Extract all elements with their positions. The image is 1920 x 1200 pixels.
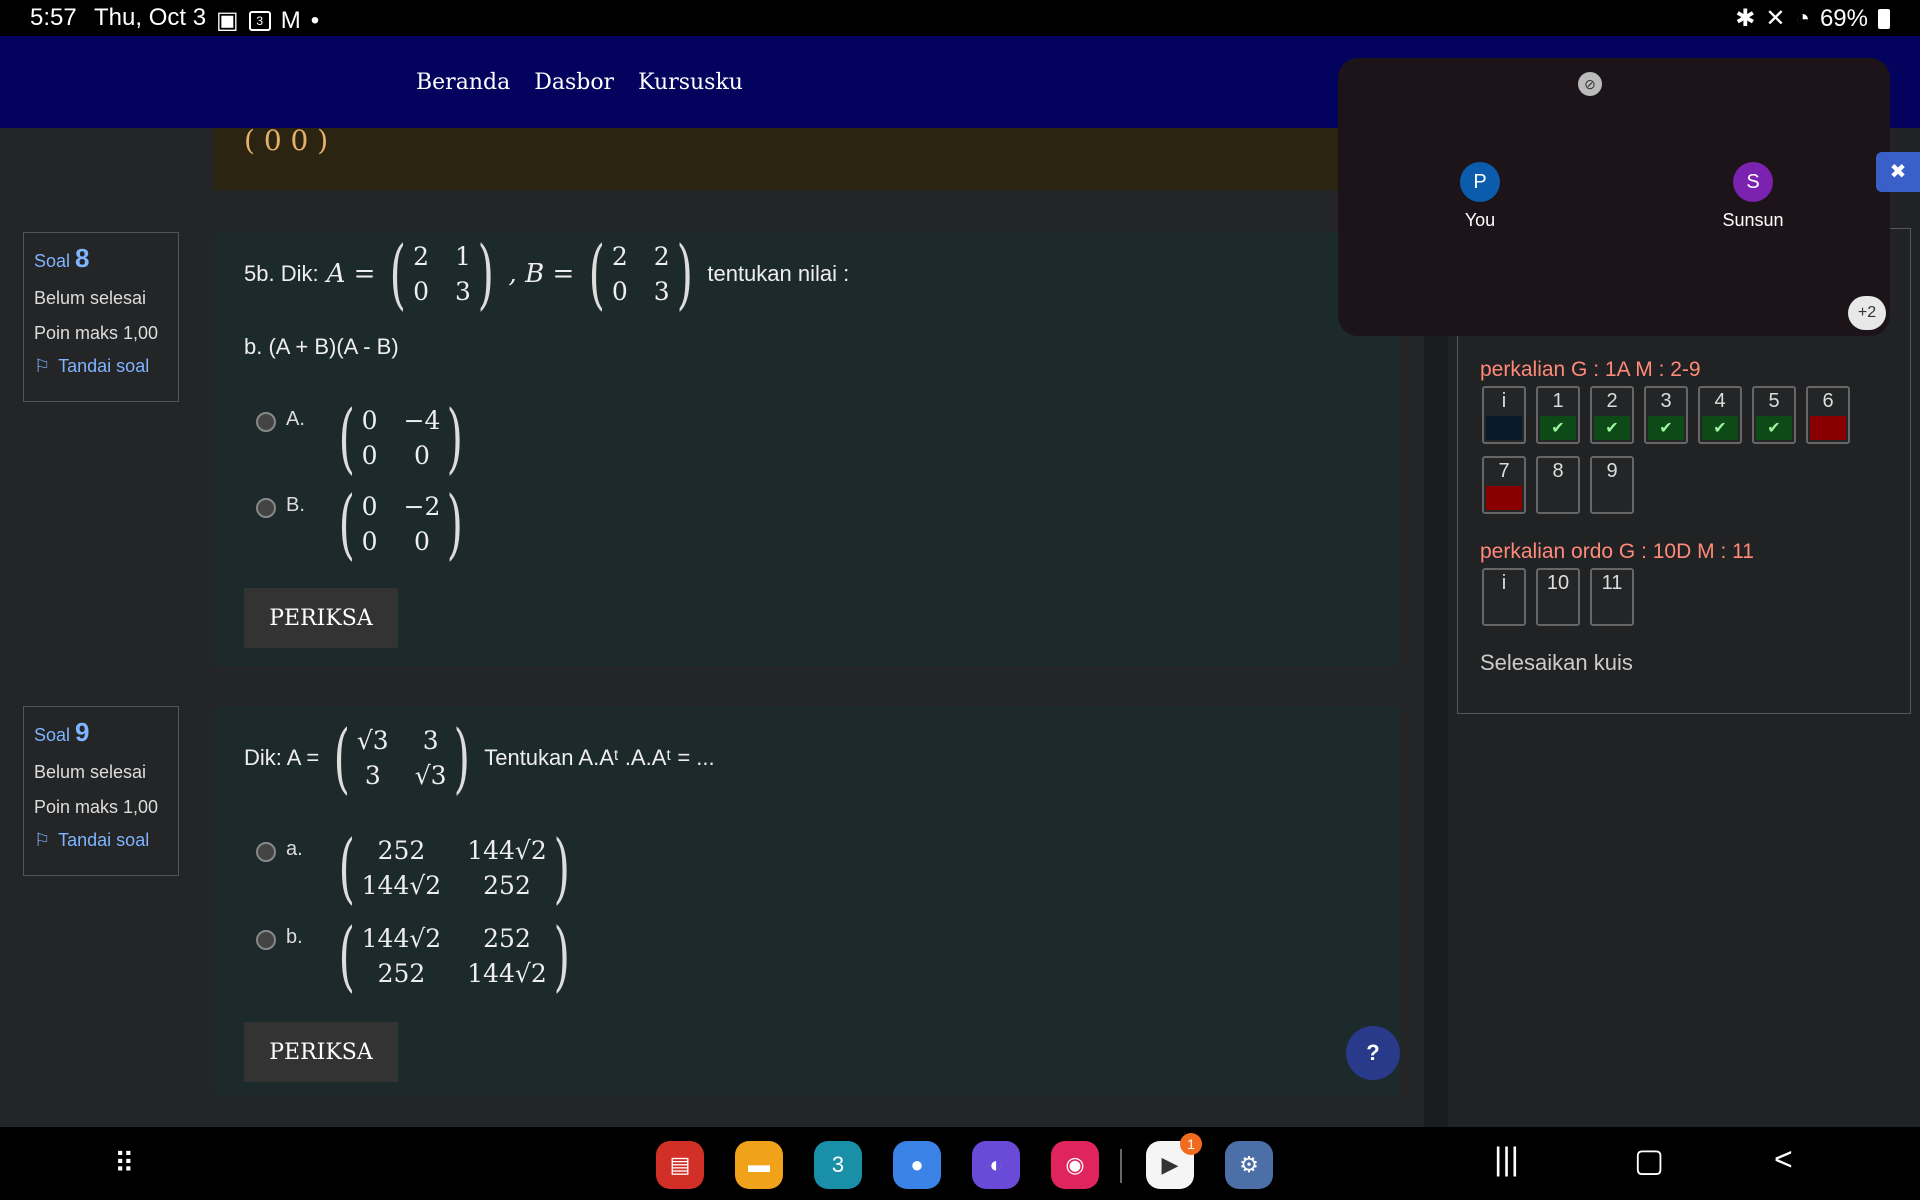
quiz-nav-item-6[interactable]: 6 bbox=[1806, 386, 1850, 444]
question-8-text: 5b. Dik: A = ( 2103 ) , B = ( 2203 ) ten… bbox=[244, 229, 850, 318]
flag-question-button[interactable]: ⚐ Tandai soal bbox=[34, 356, 168, 377]
matrix-b: ( 2203 ) bbox=[588, 229, 693, 318]
check-icon: ✔ bbox=[1659, 420, 1673, 437]
question-status: Belum selesai bbox=[34, 762, 147, 782]
quiz-nav-item-11[interactable]: 11 bbox=[1590, 568, 1634, 626]
messages-app-icon[interactable]: ● bbox=[893, 1141, 941, 1189]
check-icon: ✔ bbox=[1767, 420, 1781, 437]
quiz-nav-item-5[interactable]: 5 ✔ bbox=[1752, 386, 1796, 444]
nav-link-kursusku[interactable]: Kursusku bbox=[638, 70, 743, 95]
quiz-nav-item-4[interactable]: 4 ✔ bbox=[1698, 386, 1742, 444]
mute-icon: ✕ bbox=[1765, 5, 1786, 32]
question-9-info: Soal 9 Belum selesai Poin maks 1,00 ⚐ Tan… bbox=[23, 706, 179, 876]
check-button-q8[interactable]: PERIKSA bbox=[244, 588, 398, 648]
internet-app-icon[interactable]: ◐ bbox=[972, 1141, 1020, 1189]
notification-badge: 1 bbox=[1180, 1133, 1202, 1155]
option-a[interactable]: A. ( 0 −4 0 0 ) bbox=[256, 400, 470, 476]
quiz-nav-item-1[interactable]: 1 ✔ bbox=[1536, 386, 1580, 444]
wifi-icon: ◔ bbox=[1795, 4, 1810, 32]
participant-sunsun[interactable]: S Sunsun bbox=[1708, 162, 1798, 231]
previous-question-card bbox=[214, 128, 1400, 190]
option-b-matrix: ( 144√2 252 252 144√2 ) bbox=[338, 911, 570, 1000]
date: Thu, Oct 3 bbox=[94, 4, 207, 31]
option-a[interactable]: a. ( 252 144√2 144√2 252 ) bbox=[256, 830, 576, 906]
question-points: Poin maks 1,00 bbox=[34, 323, 159, 343]
bluetooth-icon: ✱ bbox=[1735, 5, 1756, 32]
flag-question-button[interactable]: ⚐ Tandai soal bbox=[34, 830, 168, 851]
quiz-nav-item-10[interactable]: 10 bbox=[1536, 568, 1580, 626]
option-a-matrix: ( 252 144√2 144√2 252 ) bbox=[338, 823, 570, 912]
participant-you[interactable]: P You bbox=[1440, 162, 1520, 231]
back-icon[interactable]: < bbox=[1774, 1141, 1793, 1178]
question-number: 9 bbox=[75, 717, 90, 747]
finish-quiz-link[interactable]: Selesaikan kuis bbox=[1480, 650, 1633, 676]
option-a-matrix: ( 0 −4 0 0 ) bbox=[338, 393, 464, 482]
avatar: P bbox=[1460, 162, 1500, 202]
home-icon[interactable]: ▢ bbox=[1634, 1141, 1664, 1179]
check-icon: ✔ bbox=[1713, 420, 1727, 437]
microphone-muted-icon[interactable]: ⊘ bbox=[1578, 72, 1602, 96]
dot-icon: • bbox=[310, 6, 320, 34]
radio-option-b[interactable] bbox=[256, 498, 276, 518]
quiz-nav-item-7[interactable]: 7 bbox=[1482, 456, 1526, 514]
taskbar: ⠿ ▤ ▬ 3 ● ◐ ◉ ▶ 1 ⚙ ||| ▢ < bbox=[0, 1127, 1920, 1200]
question-8-subpart: b. (A + B)(A - B) bbox=[244, 334, 399, 359]
quiz-nav-item-3[interactable]: 3 ✔ bbox=[1644, 386, 1688, 444]
close-icon[interactable]: ✖ bbox=[1876, 152, 1920, 192]
question-points: Poin maks 1,00 bbox=[34, 797, 159, 817]
meet-app-icon[interactable]: ▶ 1 bbox=[1146, 1133, 1202, 1189]
section-title-1: perkalian G : 1A M : 2-9 bbox=[1480, 358, 1701, 381]
matrix-a: ( √3 3 3 √3 ) bbox=[333, 713, 470, 802]
option-b[interactable]: B. ( 0 −2 0 0 ) bbox=[256, 486, 470, 562]
settings-app-icon[interactable]: ⚙ bbox=[1225, 1141, 1273, 1189]
files-app-icon[interactable]: ▬ bbox=[735, 1141, 783, 1189]
avatar: S bbox=[1733, 162, 1773, 202]
flag-icon: ⚐ bbox=[34, 830, 51, 850]
quiz-nav-item-8[interactable]: 8 bbox=[1536, 456, 1580, 514]
matrix-a: ( 2103 ) bbox=[390, 229, 494, 318]
recent-apps-icon[interactable]: ||| bbox=[1494, 1141, 1519, 1178]
question-9-text: Dik: A = ( √3 3 3 √3 ) Tentukan A.Aᵗ .A.Aᵗ … bbox=[244, 713, 715, 802]
status-bar: 5:57 Thu, Oct 3 ▣ 3 M • ✱ ✕ ◔ 69% bbox=[0, 0, 1920, 36]
option-b[interactable]: b. ( 144√2 252 252 144√2 ) bbox=[256, 918, 576, 994]
gallery-icon: ▣ bbox=[216, 7, 239, 34]
question-status: Belum selesai bbox=[34, 288, 147, 308]
quiz-nav-item-9[interactable]: 9 bbox=[1590, 456, 1634, 514]
more-participants-badge[interactable]: +2 bbox=[1848, 296, 1886, 330]
gmail-icon: M bbox=[280, 6, 301, 34]
question-number: 8 bbox=[75, 243, 90, 273]
check-icon: ✔ bbox=[1551, 420, 1565, 437]
notification-icons: ▣ 3 M • bbox=[216, 6, 319, 35]
clock: 5:57 bbox=[30, 4, 77, 31]
option-b-matrix: ( 0 −2 0 0 ) bbox=[338, 479, 464, 568]
video-call-overlay[interactable]: ⊘ P You S Sunsun +2 bbox=[1338, 58, 1890, 336]
battery-icon bbox=[1878, 8, 1890, 29]
section-title-2: perkalian ordo G : 10D M : 11 bbox=[1480, 540, 1754, 563]
previous-matrix-fragment: ( 0 0 ) bbox=[244, 124, 329, 157]
quiz-nav-item-2[interactable]: 2 ✔ bbox=[1590, 386, 1634, 444]
system-icons: ✱ ✕ ◔ 69% bbox=[1735, 4, 1890, 33]
quiz-nav-item-i[interactable]: i bbox=[1482, 386, 1526, 444]
check-icon: ✔ bbox=[1605, 420, 1619, 437]
camera-app-icon[interactable]: ◉ bbox=[1051, 1141, 1099, 1189]
dock-separator bbox=[1120, 1149, 1122, 1183]
flag-icon: ⚐ bbox=[34, 356, 51, 376]
radio-option-b[interactable] bbox=[256, 930, 276, 950]
help-button[interactable]: ? bbox=[1346, 1026, 1400, 1080]
nav-link-dasbor[interactable]: Dasbor bbox=[534, 70, 614, 95]
radio-option-a[interactable] bbox=[256, 842, 276, 862]
radio-option-a[interactable] bbox=[256, 412, 276, 432]
nav-link-beranda[interactable]: Beranda bbox=[416, 70, 510, 95]
app-drawer-icon[interactable]: ⠿ bbox=[114, 1147, 135, 1180]
calendar-app-icon[interactable]: 3 bbox=[814, 1141, 862, 1189]
question-8-info: Soal 8 Belum selesai Poin maks 1,00 ⚐ Tan… bbox=[23, 232, 179, 402]
battery-percent: 69% bbox=[1819, 4, 1868, 32]
calendar-icon: 3 bbox=[248, 10, 271, 31]
quiz-nav-item-i[interactable]: i bbox=[1482, 568, 1526, 626]
check-button-q9[interactable]: PERIKSA bbox=[244, 1022, 398, 1082]
notes-app-icon[interactable]: ▤ bbox=[656, 1141, 704, 1189]
